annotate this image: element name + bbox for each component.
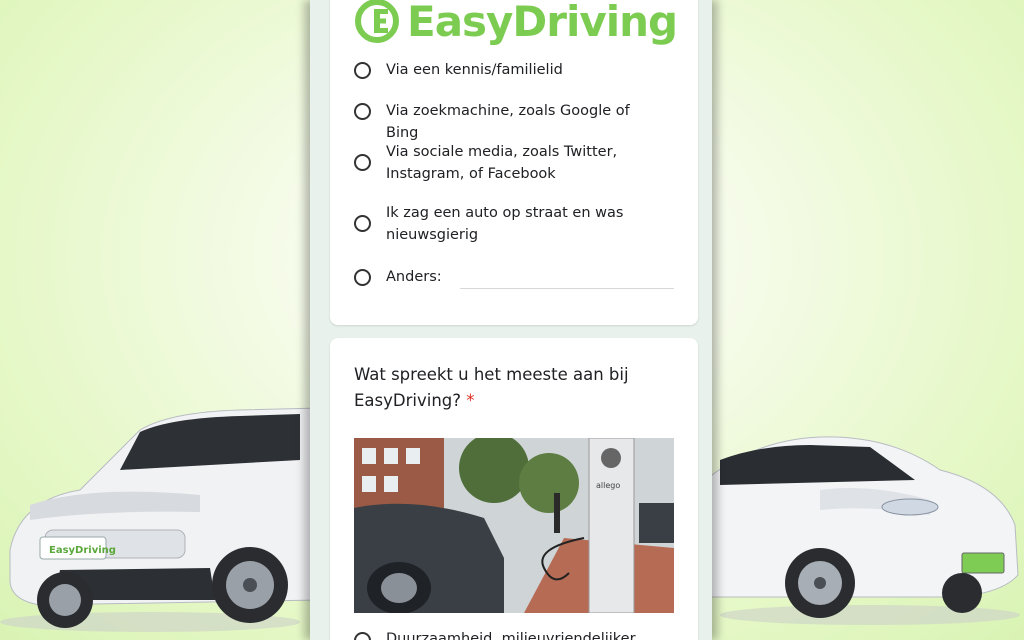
- left-car-plate-text: EasyDriving: [49, 545, 116, 556]
- option-label: Via sociale media, zoals Twitter, Instag…: [386, 144, 618, 182]
- option-label: Ik zag een auto op straat en was nieuwsg…: [386, 205, 624, 243]
- option-label: Via een kennis/familielid: [386, 62, 563, 78]
- option-label: Via zoekmachine, zoals Google of Bing: [386, 103, 630, 141]
- source-question-card: EasyDriving Via een kennis/familielid Vi…: [330, 0, 698, 325]
- form-phone-view[interactable]: EasyDriving Via een kennis/familielid Vi…: [310, 0, 712, 640]
- anders-text-input[interactable]: [460, 288, 674, 289]
- radio-button[interactable]: [354, 154, 371, 171]
- logo-text: EasyDriving: [407, 0, 678, 46]
- easydriving-logo: EasyDriving: [355, 0, 678, 46]
- option-label: Anders:: [386, 269, 442, 285]
- radio-button[interactable]: [354, 103, 371, 120]
- plug-logo-icon: [355, 0, 399, 43]
- appeal-question-card: Wat spreekt u het meeste aan bij EasyDri…: [330, 338, 698, 640]
- option-duurzaamheid[interactable]: Duurzaamheid, milieuvriendelijker: [354, 631, 666, 640]
- question-text: Wat spreekt u het meeste aan bij EasyDri…: [354, 365, 629, 410]
- left-car-image: EasyDriving: [0, 407, 320, 632]
- option-auto-op-straat[interactable]: Ik zag een auto op straat en was nieuwsg…: [354, 205, 626, 246]
- radio-button[interactable]: [354, 62, 371, 79]
- radio-button[interactable]: [354, 632, 371, 640]
- required-mark: *: [466, 391, 475, 410]
- option-anders[interactable]: Anders:: [354, 269, 466, 288]
- option-zoekmachine[interactable]: Via zoekmachine, zoals Google of Bing: [354, 103, 666, 144]
- question-title: Wat spreekt u het meeste aan bij EasyDri…: [354, 362, 654, 414]
- charger-brand-text: allego: [596, 481, 620, 490]
- right-car-image: [700, 436, 1020, 625]
- charging-station-photo: allego: [354, 438, 674, 613]
- radio-button[interactable]: [354, 269, 371, 286]
- radio-button[interactable]: [354, 215, 371, 232]
- option-label: Duurzaamheid, milieuvriendelijker: [386, 631, 636, 640]
- option-sociale-media[interactable]: Via sociale media, zoals Twitter, Instag…: [354, 144, 626, 185]
- option-kennis[interactable]: Via een kennis/familielid: [354, 62, 666, 81]
